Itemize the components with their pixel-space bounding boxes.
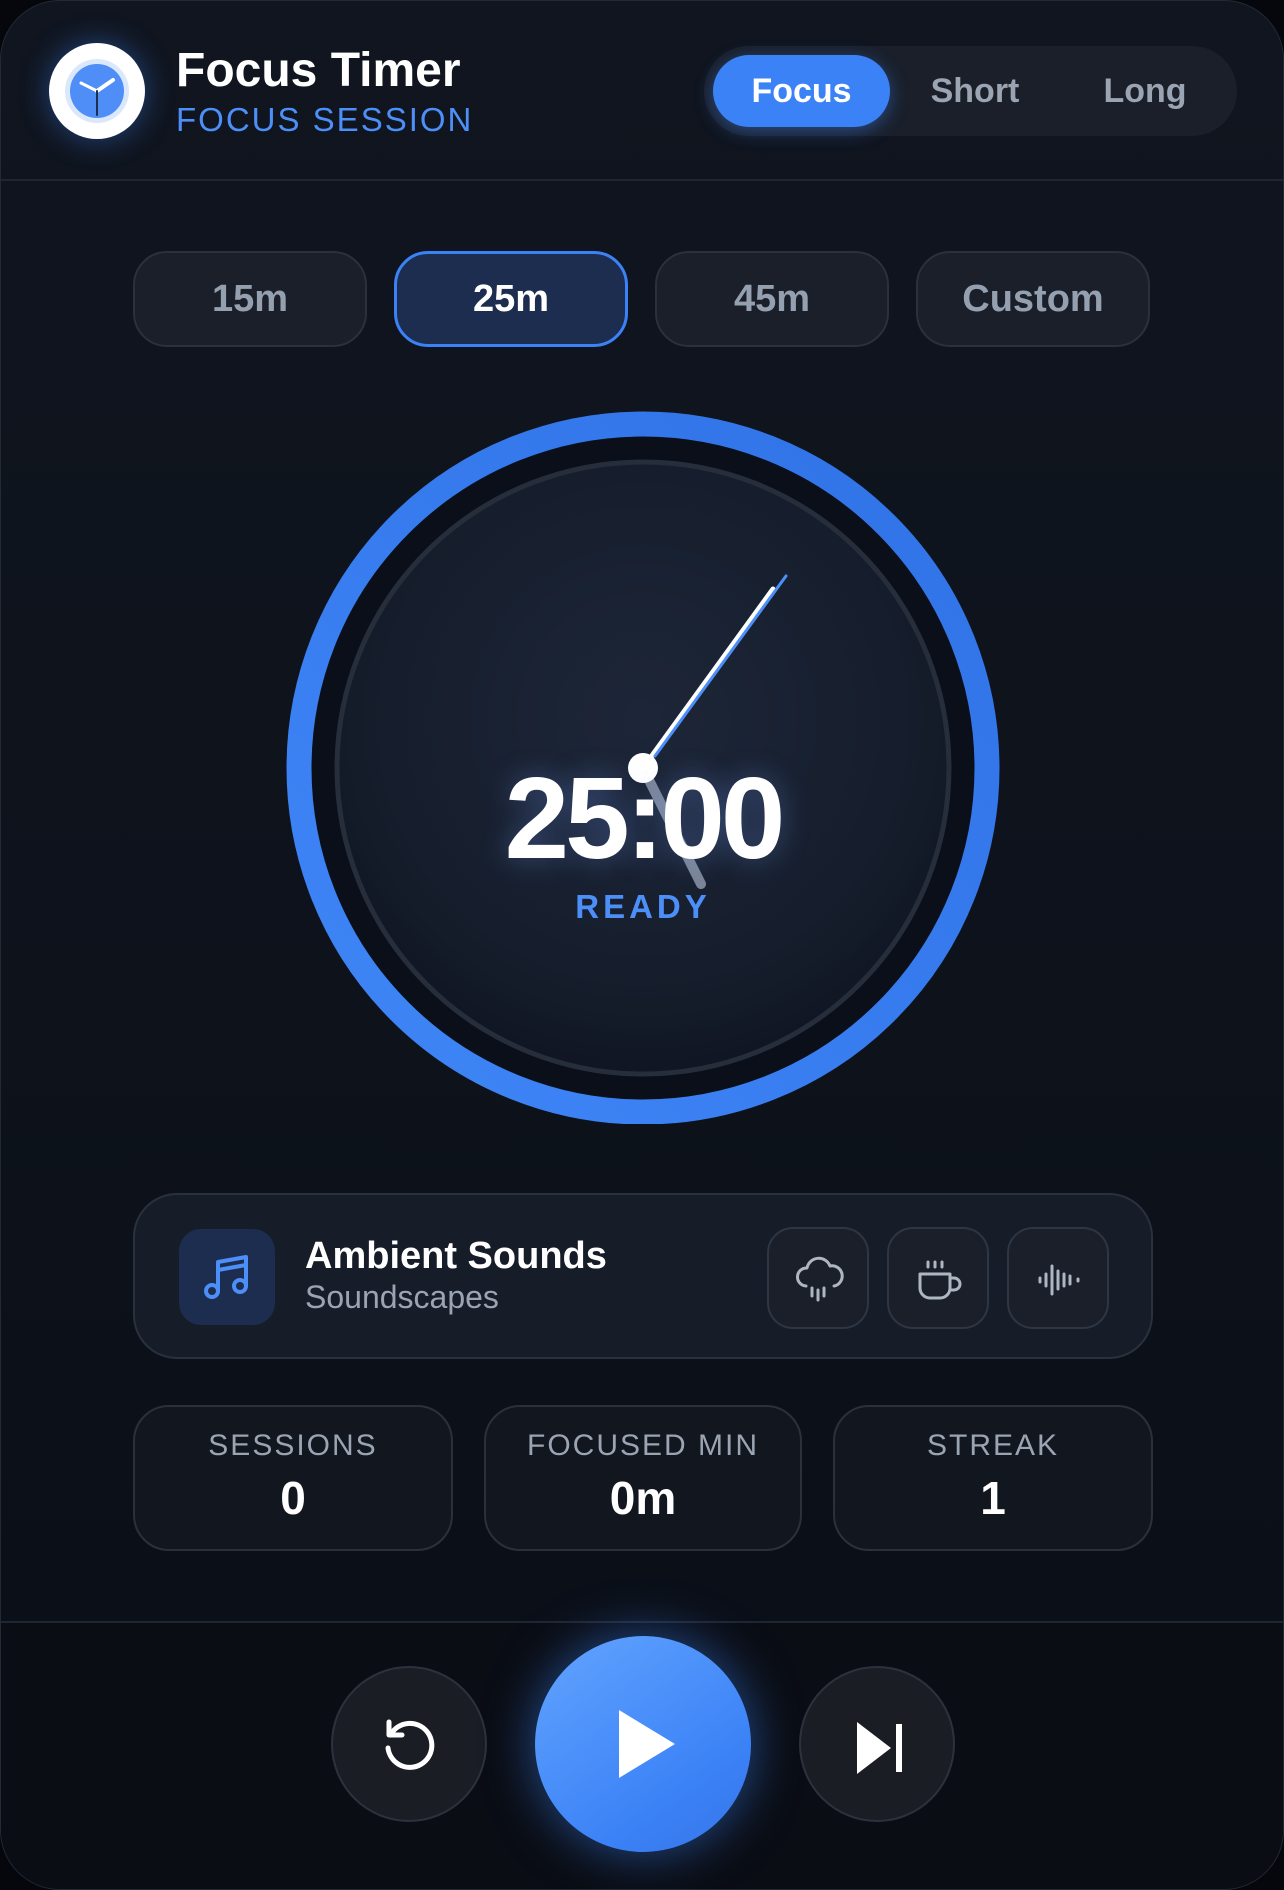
cafe-sound-button[interactable] bbox=[887, 1227, 989, 1329]
focus-timer-app: Focus Timer FOCUS SESSION Focus Short Lo… bbox=[0, 0, 1284, 1890]
ambient-subtitle: Soundscapes bbox=[305, 1279, 499, 1315]
tab-focus[interactable]: Focus bbox=[713, 55, 890, 127]
reset-icon bbox=[385, 1719, 435, 1770]
mode-tabs: Focus Short Long bbox=[704, 46, 1237, 136]
tab-long[interactable]: Long bbox=[1060, 55, 1230, 127]
waveform-icon bbox=[1038, 1264, 1080, 1296]
stat-focused-min: FOCUSED MIN 0m bbox=[484, 1405, 802, 1551]
tab-short[interactable]: Short bbox=[890, 55, 1060, 127]
rain-cloud-icon bbox=[796, 1256, 844, 1302]
music-note-icon bbox=[179, 1229, 275, 1325]
white-noise-sound-button[interactable] bbox=[1007, 1227, 1109, 1329]
preset-15m-button[interactable]: 15m bbox=[133, 251, 367, 347]
play-button[interactable] bbox=[535, 1636, 751, 1852]
timer-status: READY bbox=[575, 888, 711, 925]
preset-custom-button[interactable]: Custom bbox=[916, 251, 1150, 347]
stat-value: 0m bbox=[609, 1472, 677, 1524]
timer-display: 25:00 bbox=[504, 753, 786, 883]
skip-button[interactable] bbox=[799, 1666, 955, 1822]
stat-label: FOCUSED MIN bbox=[527, 1429, 759, 1462]
app-title: Focus Timer bbox=[176, 44, 461, 97]
ambient-sounds-card: Ambient Sounds Soundscapes bbox=[133, 1193, 1153, 1359]
play-icon bbox=[619, 1710, 675, 1778]
stat-label: STREAK bbox=[926, 1429, 1060, 1462]
ambient-title: Ambient Sounds bbox=[305, 1235, 607, 1277]
stat-label: SESSIONS bbox=[208, 1429, 378, 1462]
stat-value: 0 bbox=[280, 1472, 306, 1524]
stat-streak: STREAK 1 bbox=[833, 1405, 1153, 1551]
coffee-cup-icon bbox=[918, 1260, 962, 1300]
rain-sound-button[interactable] bbox=[767, 1227, 869, 1329]
reset-button[interactable] bbox=[331, 1666, 487, 1822]
header: Focus Timer FOCUS SESSION Focus Short Lo… bbox=[1, 1, 1283, 181]
stat-sessions: SESSIONS 0 bbox=[133, 1405, 453, 1551]
preset-45m-button[interactable]: 45m bbox=[655, 251, 889, 347]
session-subtitle: FOCUS SESSION bbox=[176, 101, 474, 138]
stat-value: 1 bbox=[980, 1472, 1006, 1524]
skip-forward-icon bbox=[857, 1722, 902, 1774]
preset-25m-button[interactable]: 25m bbox=[394, 251, 628, 347]
clock-logo-icon bbox=[49, 43, 145, 139]
